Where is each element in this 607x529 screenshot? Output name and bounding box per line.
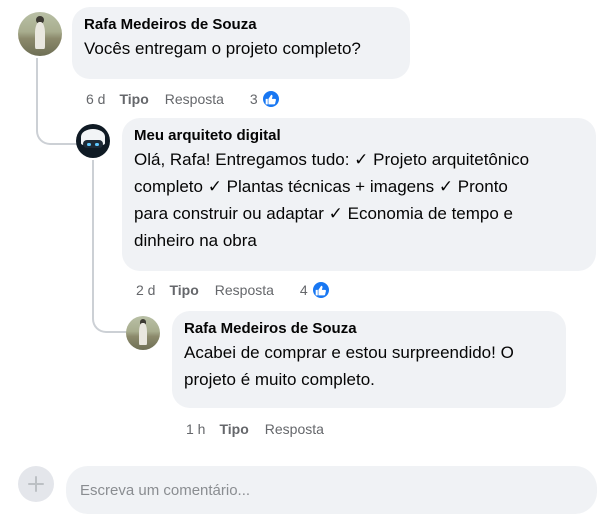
comment-bubble: Meu arquiteto digital Olá, Rafa! Entrega… [122,118,596,271]
reply-button[interactable]: Resposta [165,91,224,107]
comment-bubble: Rafa Medeiros de Souza Vocês entregam o … [72,7,410,79]
comment-time[interactable]: 2 d [136,282,155,298]
comment-meta: 6 d Tipo Resposta 3 [86,89,281,109]
comment-time[interactable]: 6 d [86,91,105,107]
comment-input[interactable] [66,466,597,514]
comment-text-line: dinheiro na obra [134,231,257,250]
reply-button[interactable]: Resposta [265,421,324,437]
like-button[interactable]: Tipo [219,421,248,437]
add-attachment-button[interactable] [18,466,54,502]
comment-bubble: Rafa Medeiros de Souza Acabei de comprar… [172,311,566,408]
comment-text-line: projeto é muito completo. [184,370,375,389]
avatar[interactable] [18,12,62,56]
reaction-count[interactable]: 4 [300,282,308,298]
comment-text: Vocês entregam o projeto completo? [84,39,361,58]
thumbs-up-icon[interactable] [260,89,281,109]
comment-meta: 1 h Tipo Resposta [186,419,350,439]
like-button[interactable]: Tipo [169,282,198,298]
comment-author[interactable]: Rafa Medeiros de Souza [184,319,554,339]
comment-text-line: Olá, Rafa! Entregamos tudo: ✓ Projeto ar… [134,150,530,169]
comment-author[interactable]: Meu arquiteto digital [134,126,584,146]
thumbs-up-icon[interactable] [310,280,331,300]
comment-meta: 2 d Tipo Resposta 4 [136,280,331,300]
thread-connector [36,58,80,145]
comment-author[interactable]: Rafa Medeiros de Souza [84,15,398,35]
avatar[interactable] [126,316,160,350]
reply-button[interactable]: Resposta [215,282,274,298]
reaction-count[interactable]: 3 [250,91,258,107]
like-button[interactable]: Tipo [119,91,148,107]
comment-text-line: Acabei de comprar e estou surpreendido! … [184,343,514,362]
comment-text-line: completo ✓ Plantas técnicas + imagens ✓ … [134,177,508,196]
comment-time[interactable]: 1 h [186,421,205,437]
comment-text-line: para construir ou adaptar ✓ Economia de … [134,204,514,223]
plus-icon [28,476,44,492]
avatar[interactable] [76,124,110,158]
